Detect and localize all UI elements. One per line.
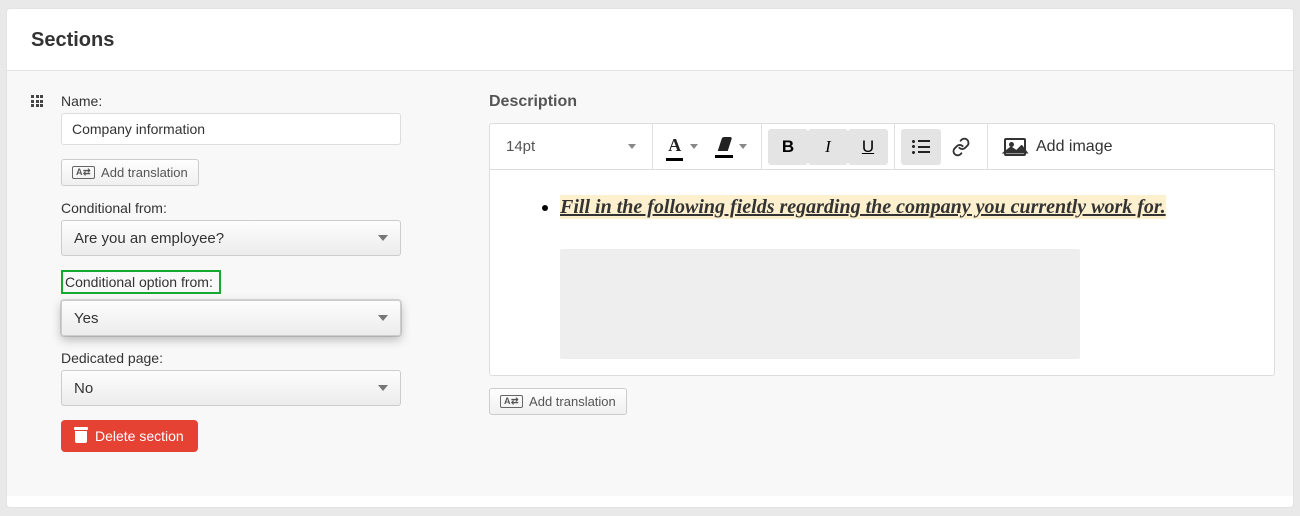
font-size-value: 14pt — [506, 138, 535, 155]
editor-toolbar: 14pt A — [490, 124, 1274, 170]
conditional-from-label: Conditional from: — [61, 200, 461, 216]
translation-icon: A⇄ — [500, 395, 523, 408]
dedicated-page-value: No — [74, 380, 93, 397]
conditional-option-select[interactable]: Yes — [61, 300, 401, 336]
translation-icon: A⇄ — [72, 166, 95, 179]
conditional-option-value: Yes — [74, 310, 98, 327]
editor-content[interactable]: Fill in the following fields regarding t… — [490, 170, 1274, 375]
text-color-icon: A — [668, 135, 681, 159]
list-icon — [912, 140, 930, 154]
name-label: Name: — [61, 93, 461, 109]
name-input[interactable] — [61, 113, 401, 145]
underline-button[interactable]: U — [848, 129, 888, 165]
italic-button[interactable]: I — [808, 129, 848, 165]
page-title: Sections — [31, 29, 1269, 52]
sections-panel: Sections Name: A⇄ Add translation — [6, 8, 1294, 508]
right-column: Description 14pt A — [489, 93, 1275, 466]
bullet-list-button[interactable] — [901, 129, 941, 165]
drag-handle-icon[interactable] — [31, 95, 45, 109]
add-image-label: Add image — [1036, 138, 1113, 156]
conditional-option-label-highlight: Conditional option from: — [61, 270, 221, 294]
link-button[interactable] — [941, 129, 981, 165]
description-label: Description — [489, 93, 1275, 111]
add-translation-label: Add translation — [529, 394, 616, 409]
add-translation-label: Add translation — [101, 165, 188, 180]
content-image-placeholder — [560, 249, 1080, 359]
link-icon — [951, 137, 971, 157]
conditional-from-value: Are you an employee? — [74, 230, 224, 247]
text-color-button[interactable]: A — [659, 129, 707, 165]
dedicated-page-label: Dedicated page: — [61, 350, 461, 366]
add-image-button[interactable]: Add image — [994, 129, 1123, 165]
chevron-down-icon — [690, 144, 698, 149]
dedicated-page-select[interactable]: No — [61, 370, 401, 406]
font-size-select[interactable]: 14pt — [496, 130, 646, 164]
bold-button[interactable]: B — [768, 129, 808, 165]
delete-section-button[interactable]: Delete section — [61, 420, 198, 452]
conditional-from-select[interactable]: Are you an employee? — [61, 220, 401, 256]
chevron-down-icon — [739, 144, 747, 149]
image-icon — [1004, 138, 1026, 156]
panel-header: Sections — [7, 9, 1293, 71]
trash-icon — [75, 429, 87, 443]
conditional-option-label: Conditional option from: — [65, 274, 213, 290]
description-text: Fill in the following fields regarding t… — [560, 195, 1166, 219]
highlighter-icon — [715, 138, 733, 156]
delete-section-label: Delete section — [95, 428, 184, 444]
left-column: Name: A⇄ Add translation Conditional fro… — [31, 93, 461, 466]
rich-text-editor: 14pt A — [489, 123, 1275, 376]
add-translation-button-description[interactable]: A⇄ Add translation — [489, 388, 627, 415]
chevron-down-icon — [628, 144, 636, 149]
highlight-color-button[interactable] — [707, 129, 755, 165]
add-translation-button[interactable]: A⇄ Add translation — [61, 159, 199, 186]
panel-body: Name: A⇄ Add translation Conditional fro… — [7, 71, 1293, 496]
